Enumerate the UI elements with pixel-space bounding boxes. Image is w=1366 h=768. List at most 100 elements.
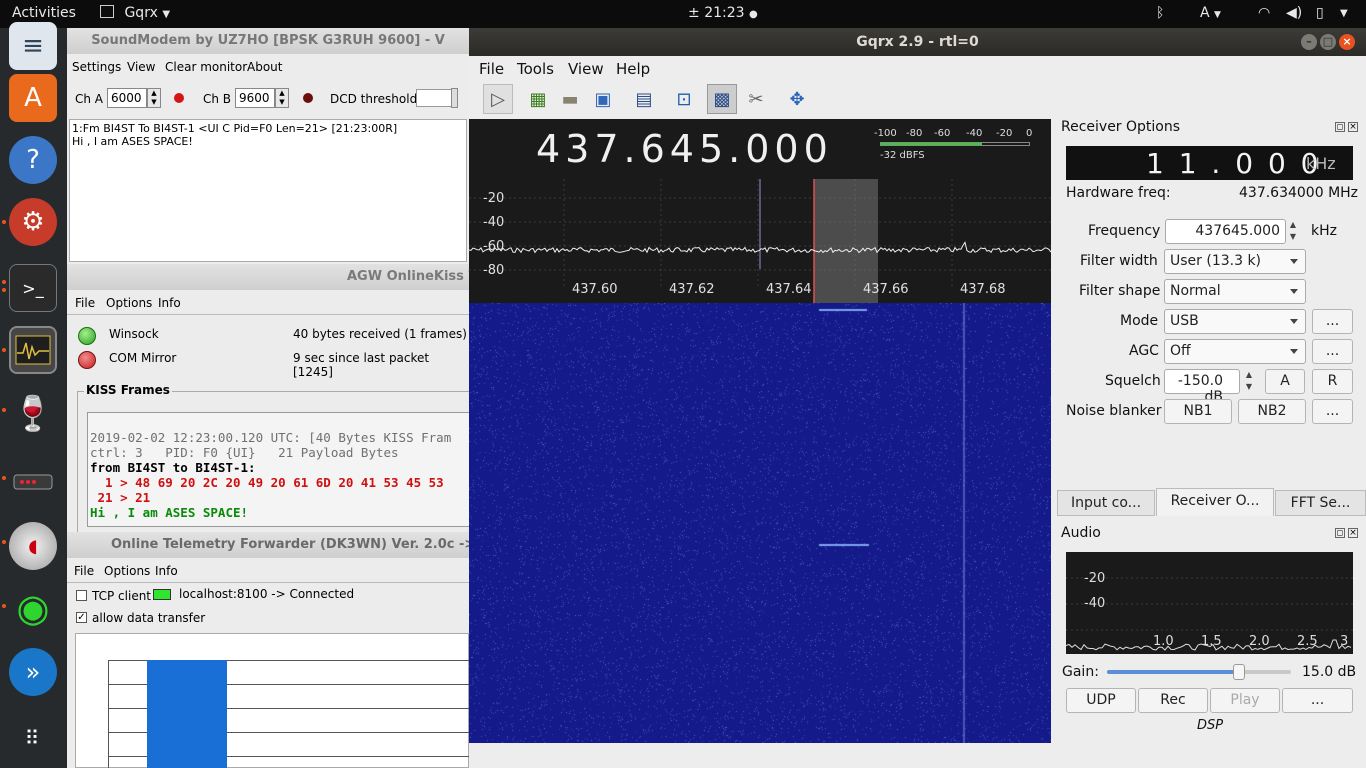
mode-options-button[interactable]: ...: [1312, 309, 1353, 334]
com-mirror-led-icon: [78, 351, 96, 369]
clock[interactable]: ± 21:23 ●: [688, 5, 758, 21]
allow-transfer-checkbox[interactable]: ✓: [76, 612, 87, 623]
udp-button[interactable]: UDP: [1066, 688, 1136, 713]
dcd-threshold-slider[interactable]: [416, 88, 458, 108]
noise-blanker-label: Noise blanker: [1066, 403, 1162, 419]
maximize-icon[interactable]: □: [1320, 34, 1336, 50]
modem-icon[interactable]: [9, 458, 57, 506]
audio-fft-plot[interactable]: -20 -40 1.0 1.5 2.0 2.5 3: [1066, 552, 1353, 654]
squelch-spin-icon[interactable]: ▲ ▼: [1243, 369, 1255, 394]
meter-tick: 0: [1026, 128, 1033, 139]
tab-fft-settings[interactable]: FFT Se...: [1275, 490, 1366, 516]
radio-knob-icon[interactable]: ◖: [9, 522, 57, 570]
waterfall-display[interactable]: [469, 303, 1051, 743]
y-tick: -40: [483, 215, 505, 230]
com-mirror-label: COM Mirror: [109, 351, 177, 365]
volume-icon[interactable]: ◀): [1286, 5, 1302, 21]
float-panel-icon[interactable]: ◻: [1335, 528, 1345, 538]
cha-spin-icon[interactable]: ▲ ▼: [147, 88, 161, 108]
menu-clear-monitor[interactable]: Clear monitor: [165, 60, 247, 74]
squelch-input[interactable]: -150.0 dB: [1164, 369, 1240, 405]
nb1-button[interactable]: NB1: [1164, 399, 1232, 424]
bluetooth-icon[interactable]: ᛒ: [1156, 5, 1164, 21]
gain-slider[interactable]: [1107, 664, 1291, 680]
record-button[interactable]: Rec: [1138, 688, 1208, 713]
tab-receiver-options[interactable]: Receiver O...: [1156, 488, 1274, 516]
open-folder-icon[interactable]: ▬: [555, 84, 585, 114]
menu-view[interactable]: View: [127, 60, 155, 74]
squelch-reset-button[interactable]: R: [1312, 369, 1353, 394]
menu-help[interactable]: Help: [616, 60, 650, 78]
tab-input-controls[interactable]: Input co...: [1057, 490, 1155, 516]
menu-file[interactable]: File: [75, 296, 95, 310]
menu-options[interactable]: Options: [104, 564, 150, 578]
wifi-icon[interactable]: ◠: [1258, 5, 1270, 21]
panel-title: Receiver Options: [1061, 119, 1181, 135]
meter-bar-fill: [881, 143, 982, 145]
settings-icon[interactable]: ⚙: [9, 198, 57, 246]
filter-shape-select[interactable]: Normal: [1164, 279, 1306, 304]
help-icon[interactable]: ?: [9, 136, 57, 184]
chb-spin-icon[interactable]: ▲ ▼: [275, 88, 289, 108]
filter-width-select[interactable]: User (13.3 k): [1164, 249, 1306, 274]
tcp-client-checkbox[interactable]: [76, 590, 87, 601]
wine-icon[interactable]: 🍷: [9, 390, 57, 438]
menu-settings[interactable]: Settings: [72, 60, 121, 74]
offset-display[interactable]: 1 1 . 0 0 0 kHz: [1066, 146, 1353, 180]
squelch-auto-button[interactable]: A: [1265, 369, 1305, 394]
software-center-icon[interactable]: A: [9, 74, 57, 122]
float-panel-icon[interactable]: ◻: [1335, 122, 1345, 132]
chb-input[interactable]: 9600: [235, 88, 275, 108]
slider-handle[interactable]: [451, 88, 458, 108]
save-icon[interactable]: ▣: [588, 84, 618, 114]
gqrx-dock-icon[interactable]: [9, 326, 57, 374]
play-icon[interactable]: ▷: [483, 84, 513, 114]
play-button[interactable]: Play: [1210, 688, 1280, 713]
menu-file[interactable]: File: [479, 60, 504, 78]
input-method[interactable]: A ▼: [1200, 5, 1221, 21]
app-menu[interactable]: Gqrx ▼: [100, 5, 170, 21]
agc-options-button[interactable]: ...: [1312, 339, 1353, 364]
activities-button[interactable]: Activities: [12, 5, 76, 21]
cha-input[interactable]: 6000: [107, 88, 147, 108]
show-apps-icon[interactable]: ⠿: [9, 714, 57, 762]
agc-select[interactable]: Off: [1164, 339, 1306, 364]
system-menu-chevron-icon[interactable]: ▼: [1340, 8, 1348, 19]
frequency-display[interactable]: 437.645.000: [536, 127, 833, 171]
audio-x-tick: 2.0: [1249, 634, 1270, 649]
close-icon[interactable]: ×: [1339, 34, 1355, 50]
lips-icon[interactable]: ◉: [9, 584, 57, 632]
fft-icon[interactable]: ⊡: [669, 84, 699, 114]
mode-label: Mode: [1120, 313, 1159, 329]
document-viewer-icon[interactable]: ≡: [9, 22, 57, 70]
menu-file[interactable]: File: [74, 564, 94, 578]
frequency-input[interactable]: 437645.000: [1165, 219, 1286, 244]
offset-unit: kHz: [1306, 154, 1336, 173]
frequency-spin-icon[interactable]: ▲ ▼: [1287, 219, 1299, 244]
menu-tools[interactable]: Tools: [517, 60, 554, 78]
menu-options[interactable]: Options: [106, 296, 152, 310]
mode-select[interactable]: USB: [1164, 309, 1306, 334]
tools-icon[interactable]: ✂: [741, 84, 771, 114]
nb2-button[interactable]: NB2: [1238, 399, 1306, 424]
forward-icon[interactable]: »: [9, 648, 57, 696]
kiss-line: from BI4ST to BI4ST-1:: [90, 460, 256, 475]
menu-about[interactable]: About: [247, 60, 282, 74]
device-icon[interactable]: ▦: [523, 84, 553, 114]
bookmark-icon[interactable]: ▤: [629, 84, 659, 114]
battery-icon[interactable]: ▯: [1316, 5, 1324, 21]
audio-options-button[interactable]: ...: [1282, 688, 1353, 713]
nb-options-button[interactable]: ...: [1312, 399, 1353, 424]
menu-info[interactable]: Info: [158, 296, 181, 310]
fullscreen-icon[interactable]: ✥: [782, 84, 812, 114]
menu-view[interactable]: View: [568, 60, 604, 78]
spectrum-plot[interactable]: 437.645.000 -100 -80 -60 -40 -20 0 -32 d…: [469, 119, 1051, 303]
gain-slider-handle[interactable]: [1233, 664, 1246, 680]
offset-value: 1 1 . 0 0 0: [1146, 147, 1322, 180]
minimize-icon[interactable]: –: [1301, 34, 1317, 50]
menu-info[interactable]: Info: [155, 564, 178, 578]
close-panel-icon[interactable]: ×: [1348, 528, 1358, 538]
close-panel-icon[interactable]: ×: [1348, 122, 1358, 132]
remote-control-icon[interactable]: ▩: [707, 84, 737, 114]
terminal-icon[interactable]: >_: [9, 264, 57, 312]
